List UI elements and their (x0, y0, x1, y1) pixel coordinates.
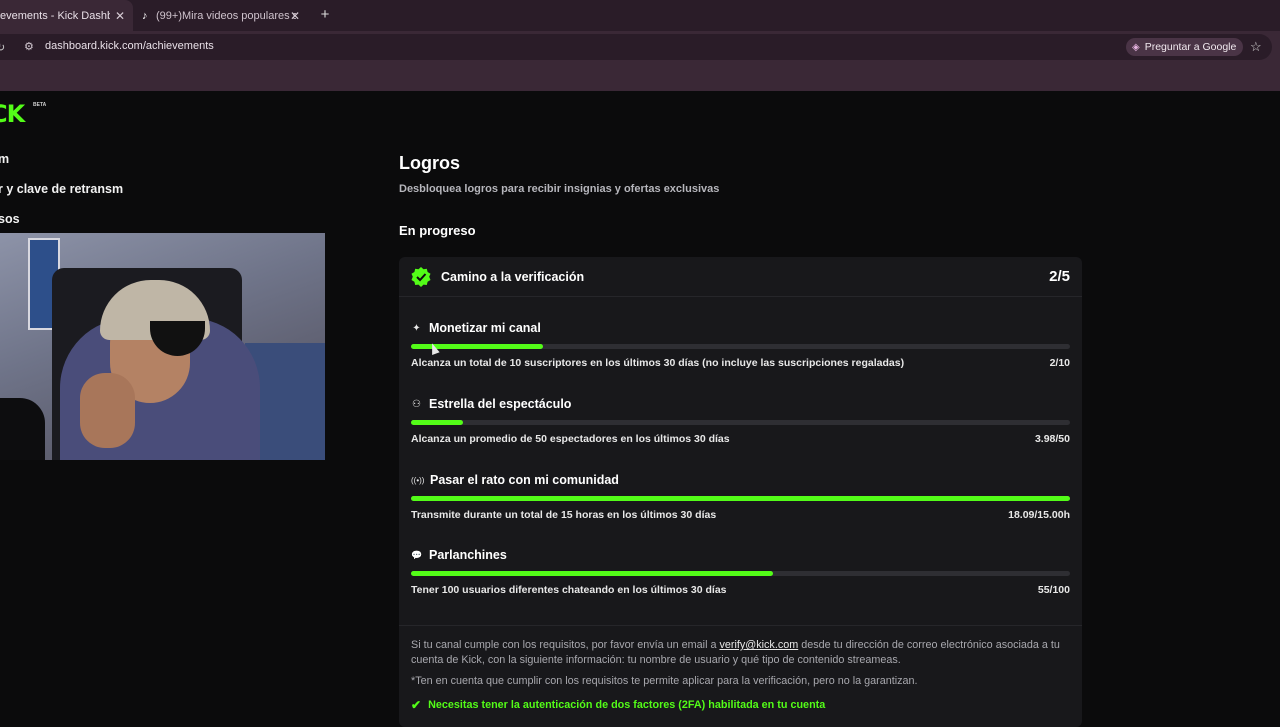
sidebar-item-stream[interactable]: m (0, 152, 9, 166)
omnibox[interactable]: ↻ ⚙ dashboard.kick.com/achievements ◈ Pr… (0, 34, 1272, 60)
tiktok-icon: ♪ (142, 9, 148, 22)
achievement-card: Camino a la verificación 2/5 ✦ Monetizar… (399, 257, 1082, 727)
ask-google-label: Preguntar a Google (1144, 41, 1237, 53)
sidebar-item-permissions[interactable]: sos (0, 212, 20, 226)
lens-icon: ◈ (1132, 41, 1140, 53)
tab-close-icon[interactable]: ✕ (290, 9, 300, 23)
progress-bar (411, 344, 1070, 349)
info-text: Si tu canal cumple con los requisitos, p… (411, 639, 720, 651)
goal-value: 3.98/50 (1034, 433, 1070, 445)
address-bar: ↻ ⚙ dashboard.kick.com/achievements ◈ Pr… (0, 31, 1280, 63)
browser-bottom-strip (0, 63, 1280, 91)
verified-badge-icon (411, 267, 431, 287)
progress-bar (411, 496, 1070, 501)
sparkle-icon: ✦ (412, 322, 421, 334)
progress-bar (411, 420, 1070, 425)
goal-title: Estrella del espectáculo (429, 397, 572, 411)
goal-description: Transmite durante un total de 15 horas e… (411, 509, 717, 521)
goal-description: Alcanza un promedio de 50 espectadores e… (411, 433, 730, 445)
progress-fill (411, 420, 464, 425)
goal-value: 2/10 (1049, 357, 1070, 369)
bookmark-star-icon[interactable]: ☆ (1250, 39, 1262, 55)
card-title: Camino a la verificación (441, 270, 585, 284)
new-tab-button[interactable]: + (316, 6, 334, 23)
check-icon: ✔ (411, 698, 422, 712)
verification-info: Si tu canal cumple con los requisitos, p… (411, 638, 1073, 668)
goal-title: Monetizar mi canal (429, 321, 541, 335)
users-icon: ⚇ (412, 398, 421, 410)
kick-logo[interactable]: CK (0, 100, 25, 128)
verify-email-link[interactable]: verify@kick.com (719, 639, 798, 651)
url-text[interactable]: dashboard.kick.com/achievements (45, 40, 214, 52)
progress-fill (411, 571, 774, 576)
tab-title: evements - Kick Dashboard (0, 9, 110, 22)
goal-value: 55/100 (1037, 584, 1070, 596)
section-title: En progreso (399, 223, 476, 238)
tab-kick-dashboard[interactable]: evements - Kick Dashboard ✕ (0, 0, 133, 31)
sidebar-item-stream-key[interactable]: r y clave de retransm (0, 182, 123, 196)
tab-title: (99+)Mira videos populares sel (156, 9, 296, 22)
tab-tiktok[interactable]: ♪ (99+)Mira videos populares sel ✕ (138, 0, 308, 31)
goal-title: Pasar el rato con mi comunidad (430, 473, 619, 487)
goal-description: Tener 100 usuarios diferentes chateando … (411, 584, 727, 596)
webcam-overlay (0, 233, 325, 460)
reload-icon[interactable]: ↻ (0, 41, 5, 54)
browser-tab-bar: evements - Kick Dashboard ✕ ♪ (99+)Mira … (0, 0, 1280, 31)
goal-title: Parlanchines (429, 548, 507, 562)
page-subtitle: Desbloquea logros para recibir insignias… (399, 183, 720, 195)
tab-close-icon[interactable]: ✕ (115, 9, 125, 23)
broadcast-icon: ((•)) (411, 475, 425, 485)
twofa-requirement: ✔ Necesitas tener la autenticación de do… (411, 698, 825, 712)
verification-note: *Ten en cuenta que cumplir con los requi… (411, 675, 918, 687)
tune-icon[interactable]: ⚙ (24, 40, 38, 54)
beta-badge: BETA (33, 102, 47, 108)
chat-bubble-icon: 💬 (411, 549, 423, 560)
divider (399, 625, 1082, 626)
twofa-text: Necesitas tener la autenticación de dos … (428, 699, 826, 711)
goal-value: 18.09/15.00h (1008, 509, 1070, 521)
card-header: Camino a la verificación 2/5 (399, 257, 1082, 297)
card-count: 2/5 (1049, 268, 1070, 285)
ask-google-button[interactable]: ◈ Preguntar a Google (1126, 38, 1244, 56)
goal-description: Alcanza un total de 10 suscriptores en l… (411, 357, 905, 369)
progress-bar (411, 571, 1070, 576)
progress-fill (411, 496, 1070, 501)
page-title: Logros (399, 153, 460, 173)
